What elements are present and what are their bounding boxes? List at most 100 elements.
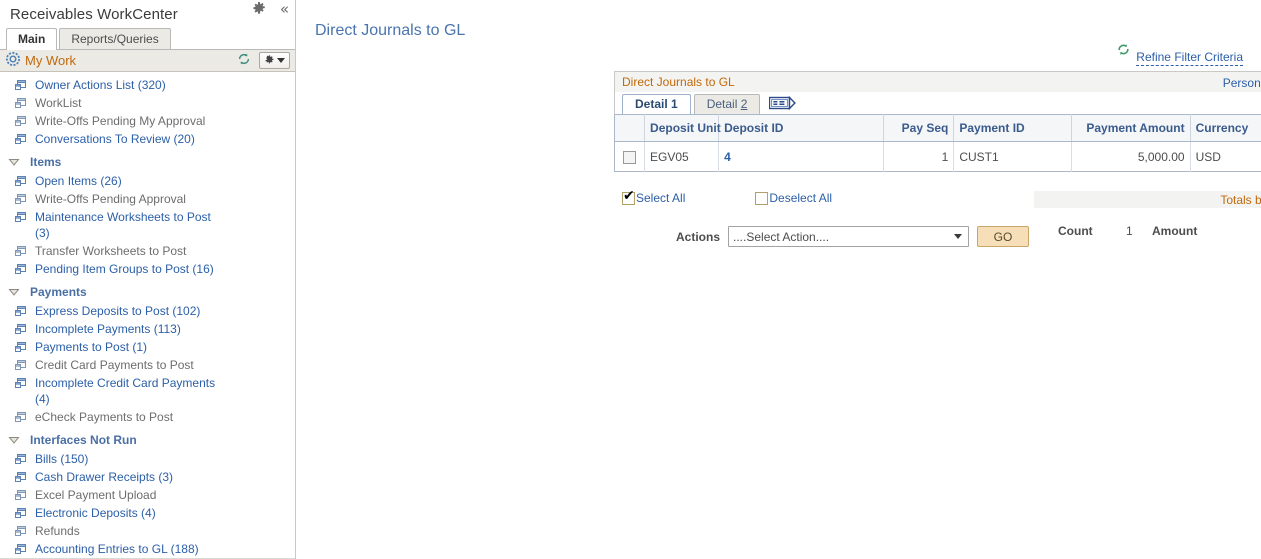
select-all-control[interactable]: Select All [622, 189, 685, 205]
tab-detail-2[interactable]: Detail 2 [693, 94, 761, 114]
panel-icon [14, 453, 27, 466]
go-button[interactable]: GO [977, 226, 1030, 247]
sidebar-item-worklist[interactable]: WorkList [0, 94, 295, 112]
sidebar-item-bills[interactable]: Bills (150) [0, 450, 295, 468]
sidebar-group-items[interactable]: Items [0, 152, 295, 172]
tab-detail-1[interactable]: Detail 1 [622, 94, 691, 114]
sidebar-group-payments[interactable]: Payments [0, 282, 295, 302]
sidebar-item-refunds[interactable]: Refunds [0, 522, 295, 540]
sidebar-item-label: Cash Drawer Receipts (3) [35, 470, 174, 484]
totals-by-currency-row: Count 1 Amount 5,000.00 USD [1034, 221, 1261, 241]
panel-icon [14, 175, 27, 188]
tab-reports-queries[interactable]: Reports/Queries [59, 28, 171, 49]
deselect-all-checkbox[interactable] [755, 191, 769, 205]
sidebar-item-credit-card-payments-to-post[interactable]: Credit Card Payments to Post [0, 356, 295, 374]
tab-main[interactable]: Main [6, 28, 58, 50]
col-select [614, 114, 646, 142]
personalize-link[interactable]: Personalize [1223, 76, 1261, 90]
sidebar-item-conversations-to-review[interactable]: Conversations To Review (20) [0, 130, 295, 148]
sidebar-item-maintenance-worksheets-to-post[interactable]: Maintenance Worksheets to Post (3) [0, 208, 295, 242]
col-currency: Currency [1190, 114, 1261, 142]
grid-customize-icon[interactable] [769, 95, 797, 111]
sidebar-item-payments-to-post[interactable]: Payments to Post (1) [0, 338, 295, 356]
my-work-gear-icon [6, 52, 20, 69]
workcenter-title: Receivables WorkCenter [10, 5, 178, 23]
sidebar-item-label: Open Items (26) [35, 174, 122, 188]
gear-icon[interactable] [252, 2, 266, 16]
sidebar-item-label: Conversations To Review (20) [35, 132, 195, 146]
sidebar-item-label: Write-Offs Pending Approval [35, 192, 186, 206]
sidebar-item-accounting-entries-to-gl[interactable]: Accounting Entries to GL (188) [0, 540, 295, 558]
row-checkbox[interactable] [623, 150, 637, 164]
panel-icon [14, 341, 27, 354]
direct-journals-table: Deposit Unit Deposit ID Pay Seq Payment … [614, 114, 1261, 172]
sidebar-item-write-offs-pending-my-approval[interactable]: Write-Offs Pending My Approval [0, 112, 295, 130]
panel-icon [14, 115, 27, 128]
sidebar-item-excel-payment-upload[interactable]: Excel Payment Upload [0, 486, 295, 504]
deposit-id-link[interactable]: 4 [724, 150, 731, 164]
sidebar-item-open-items[interactable]: Open Items (26) [0, 172, 295, 190]
table-header-row: Deposit Unit Deposit ID Pay Seq Payment … [614, 114, 1261, 142]
tab-detail-2-label: Detail [706, 97, 741, 111]
col-deposit-unit: Deposit Unit [644, 114, 721, 142]
sidebar-item-cash-drawer-receipts[interactable]: Cash Drawer Receipts (3) [0, 468, 295, 486]
totals-by-currency-header: Totals by Currency [1034, 191, 1261, 208]
action-select-wrapper: ....Select Action.... [728, 226, 970, 247]
sidebar-item-echeck-payments-to-post[interactable]: eCheck Payments to Post [0, 408, 295, 426]
collapse-caret-icon[interactable] [8, 286, 20, 298]
selection-controls: Select All Deselect All [622, 189, 832, 205]
sidebar-item-label: Owner Actions List (320) [35, 78, 166, 92]
count-value: 1 [1126, 224, 1133, 238]
sidebar-header: Receivables WorkCenter « [0, 0, 295, 28]
sidebar-item-label: Bills (150) [35, 452, 89, 466]
sidebar-item-incomplete-payments[interactable]: Incomplete Payments (113) [0, 320, 295, 338]
amount-label: Amount [1152, 224, 1198, 238]
refine-filter-criteria[interactable]: Refine Filter Criteria [1116, 40, 1243, 66]
select-all-checkbox[interactable] [622, 189, 635, 205]
refresh-filter-icon[interactable] [1116, 42, 1131, 57]
sidebar-item-owner-actions-list[interactable]: Owner Actions List (320) [0, 76, 295, 94]
sidebar-item-label: Maintenance Worksheets to Post (3) [35, 210, 211, 240]
cell-currency: USD [1190, 141, 1261, 172]
page-title: Direct Journals to GL [315, 22, 466, 39]
sidebar-item-write-offs-pending-approval[interactable]: Write-Offs Pending Approval [0, 190, 295, 208]
panel-icon [14, 133, 27, 146]
cell-payment-amount: 5,000.00 [1071, 141, 1191, 172]
cell-deposit-unit: EGV05 [644, 141, 720, 172]
cell-deposit-id[interactable]: 4 [718, 141, 885, 172]
sidebar-group-label: Items [30, 155, 62, 169]
action-select[interactable]: ....Select Action.... [728, 226, 970, 247]
panel-icon [14, 193, 27, 206]
panel-icon [14, 411, 27, 424]
sidebar-item-label: Accounting Entries to GL (188) [35, 542, 199, 556]
panel-icon [14, 211, 27, 224]
collapse-caret-icon[interactable] [8, 434, 20, 446]
sidebar-item-list: Owner Actions List (320) WorkList Write-… [0, 72, 295, 559]
sidebar-item-transfer-worksheets-to-post[interactable]: Transfer Worksheets to Post [0, 242, 295, 260]
panel-icon [14, 305, 27, 318]
select-all-label[interactable]: Select All [636, 191, 685, 205]
sidebar-item-electronic-deposits[interactable]: Electronic Deposits (4) [0, 504, 295, 522]
panel-icon [14, 377, 27, 390]
totals-header-label: Totals by Currency [1220, 192, 1261, 207]
refine-filter-criteria-link[interactable]: Refine Filter Criteria [1136, 50, 1243, 66]
grid-toolbar: Personalize | Find | View All | [1223, 72, 1261, 93]
options-gear-dropdown-icon[interactable] [259, 52, 290, 69]
sidebar-group-interfaces-not-run[interactable]: Interfaces Not Run [0, 430, 295, 450]
deselect-all-control[interactable]: Deselect All [755, 191, 832, 205]
sidebar-item-incomplete-credit-card-payments[interactable]: Incomplete Credit Card Payments (4) [0, 374, 295, 408]
main-content: Direct Journals to GL Refine Filter Crit… [296, 0, 1261, 559]
refresh-icon[interactable] [237, 52, 251, 69]
row-select-cell[interactable] [614, 141, 646, 172]
panel-icon [14, 543, 27, 556]
cell-pay-seq: 1 [883, 141, 955, 172]
sidebar-item-pending-item-groups-to-post[interactable]: Pending Item Groups to Post (16) [0, 260, 295, 278]
deselect-all-label[interactable]: Deselect All [769, 191, 832, 205]
sidebar-tabs: Main Reports/Queries [0, 28, 295, 50]
collapse-caret-icon[interactable] [8, 156, 20, 168]
sidebar-item-label: eCheck Payments to Post [35, 410, 174, 424]
sidebar-item-label: Incomplete Payments (113) [35, 322, 181, 336]
sidebar-group-label: Payments [30, 285, 87, 299]
sidebar-item-express-deposits-to-post[interactable]: Express Deposits to Post (102) [0, 302, 295, 320]
collapse-panel-icon[interactable]: « [280, 2, 289, 17]
